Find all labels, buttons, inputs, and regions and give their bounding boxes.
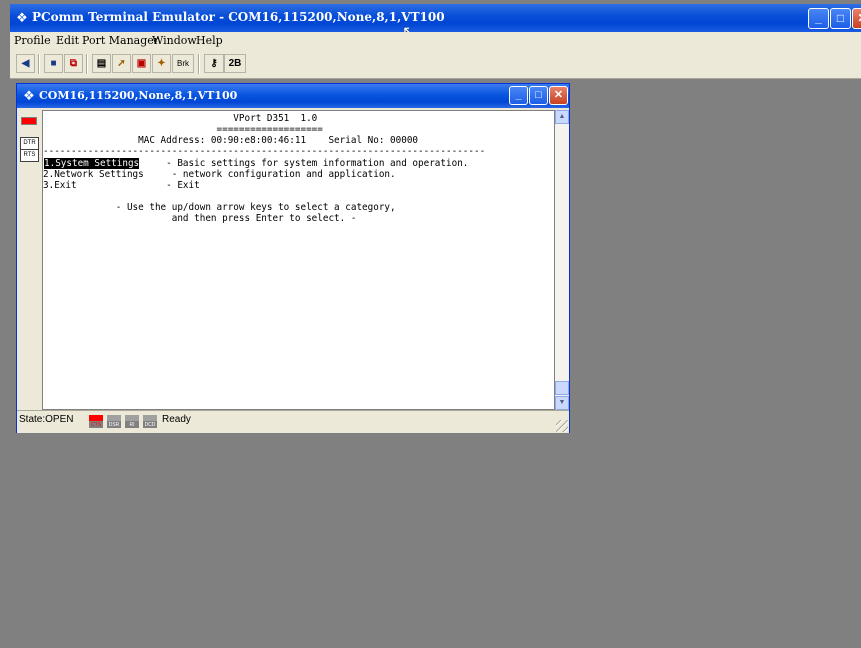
terminal-title: COM16,115200,None,8,1,VT100 [39,89,238,102]
minimize-button[interactable]: _ [808,8,829,29]
scroll-up-arrow-icon[interactable]: ▲ [555,110,569,124]
two-b-button[interactable]: 2B [224,54,246,73]
screen-line-2: =================== [43,124,323,135]
screen-line-1: VPort D351 1.0 [43,113,318,124]
cts-label: CTS [91,422,101,428]
break-button[interactable]: Brk [172,54,194,73]
dcd-led: DCD [143,415,157,428]
terminal-minimize-button[interactable]: _ [509,86,528,105]
capture-icon[interactable]: ▣ [132,54,151,73]
cts-led: CTS [89,415,103,428]
toolbar-separator [38,54,40,74]
scroll-thumb[interactable] [555,381,569,395]
screen-line-3: MAC Address: 00:90:e8:00:46:11 Serial No… [43,135,419,146]
transfer-icon[interactable]: ➚ [112,54,131,73]
terminal-window-icon[interactable]: ❖ [21,88,37,104]
scroll-down-arrow-icon[interactable]: ▼ [555,396,569,410]
maximize-button[interactable]: □ [830,8,851,29]
toolbar-separator [198,54,200,74]
rts-toggle[interactable]: RTS [20,149,39,162]
ready-label: Ready [162,414,191,425]
terminal-close-button[interactable]: ✕ [549,86,568,105]
vertical-scrollbar[interactable]: ▲ ▼ [555,110,569,410]
ri-label: RI [129,422,135,428]
toolbar-separator [86,54,88,74]
app-title: PComm Terminal Emulator - COM16,115200,N… [32,10,445,24]
menu-window[interactable]: Window [152,34,197,47]
resize-grip-icon[interactable] [556,420,568,432]
menu-bar: Profile Edit Port Manager Window Help [10,32,861,50]
screen-hint-line-1: - Use the up/down arrow keys to select a… [43,202,396,213]
terminal-title-bar[interactable]: ❖ COM16,115200,None,8,1,VT100 _ □ ✕ [17,84,569,108]
menu-help[interactable]: Help [196,34,223,47]
connection-indicator [21,117,37,125]
pcomm-app-icon[interactable]: ❖ [14,10,30,26]
status-bar: State:OPEN CTS DSR RI DCD Ready [17,410,569,433]
open-session-icon[interactable]: ◀ [16,54,35,73]
state-label: State:OPEN [19,414,74,425]
menu-port-manager[interactable]: Port Manager [82,34,159,47]
terminal-screen[interactable]: VPort D351 1.0 =================== MAC A… [42,110,555,410]
ri-led: RI [125,415,139,428]
menu-option-exit[interactable]: 3.Exit - Exit [43,180,200,191]
close-button[interactable]: ✕ [852,8,861,29]
screen-hint-line-2: and then press Enter to select. - [43,213,357,224]
terminal-window: ❖ COM16,115200,None,8,1,VT100 _ □ ✕ DTR … [16,83,570,433]
menu-option-network-settings[interactable]: 2.Network Settings - network configurati… [43,169,396,180]
menu-edit[interactable]: Edit [56,34,79,47]
save-icon[interactable]: ■ [44,54,63,73]
menu-option-system-settings-desc: - Basic settings for system information … [43,158,469,169]
key-icon[interactable]: ⚷ [204,54,224,73]
save-all-icon[interactable]: ⧉ [64,54,83,73]
terminal-maximize-button[interactable]: □ [529,86,548,105]
dcd-label: DCD [144,422,156,428]
menu-profile[interactable]: Profile [14,34,51,47]
screen-line-4: ----------------------------------------… [43,146,486,157]
properties-icon[interactable]: ▤ [92,54,111,73]
toolbar: ◀ ■ ⧉ ▤ ➚ ▣ ✦ Brk ⚷ 2B [10,50,861,79]
app-title-bar[interactable]: ❖ PComm Terminal Emulator - COM16,115200… [10,4,861,41]
dsr-led: DSR [107,415,121,428]
send-file-icon[interactable]: ✦ [152,54,171,73]
signal-panel: DTR RTS [19,110,41,410]
dsr-label: DSR [108,422,120,428]
